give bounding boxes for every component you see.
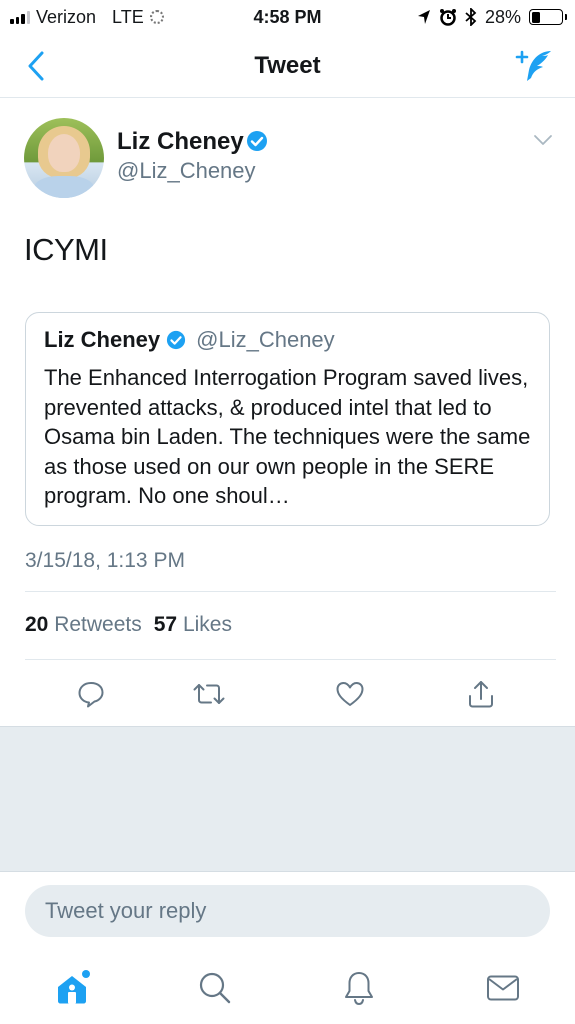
reply-bar: Tweet your reply <box>0 871 575 951</box>
likes-label: Likes <box>182 613 232 636</box>
avatar[interactable] <box>24 118 104 198</box>
like-icon <box>336 682 364 706</box>
like-button[interactable] <box>328 672 372 716</box>
quoted-tweet-header: Liz Cheney @Liz_Cheney <box>44 327 531 353</box>
location-icon <box>417 10 430 24</box>
signal-strength-icon <box>10 10 30 24</box>
status-bar: Verizon LTE 4:58 PM 28% <box>0 0 575 34</box>
verified-badge-icon <box>247 131 267 151</box>
avatar-face <box>48 134 80 172</box>
divider <box>25 659 556 660</box>
tab-bar <box>0 951 575 1024</box>
engagement-counts: 20 Retweets 57 Likes <box>25 613 232 637</box>
quoted-author-handle: @Liz_Cheney <box>196 327 335 352</box>
activity-spinner-icon <box>149 10 164 24</box>
tab-notifications[interactable] <box>334 963 384 1013</box>
quoted-author-name: Liz Cheney <box>44 327 161 352</box>
quoted-tweet[interactable]: Liz Cheney @Liz_Cheney The Enhanced Inte… <box>25 312 550 526</box>
reply-input[interactable]: Tweet your reply <box>25 885 550 937</box>
status-right: 28% <box>417 6 567 28</box>
status-left: Verizon LTE <box>10 7 164 28</box>
network-label: LTE <box>112 6 144 27</box>
nav-bar: Tweet <box>0 34 575 98</box>
chevron-down-icon[interactable] <box>533 134 553 146</box>
chevron-left-icon <box>28 51 44 81</box>
carrier-label: Verizon <box>36 6 97 27</box>
author-name[interactable]: Liz Cheney <box>117 128 244 156</box>
divider <box>25 591 556 592</box>
reply-icon <box>78 682 104 708</box>
tweet-timestamp: 3/15/18, 1:13 PM <box>25 549 185 572</box>
alarm-icon <box>439 9 456 26</box>
retweets-number: 20 <box>25 613 49 636</box>
battery-percent: 28% <box>484 6 521 27</box>
retweets-label: Retweets <box>54 613 142 636</box>
back-button[interactable] <box>18 48 54 84</box>
retweet-icon <box>193 684 225 704</box>
battery-icon <box>529 9 567 25</box>
tab-search[interactable] <box>190 963 240 1013</box>
compose-button[interactable] <box>513 44 557 88</box>
notifications-icon <box>345 972 373 1006</box>
compose-tweet-icon <box>515 50 551 81</box>
retweet-button[interactable] <box>187 672 231 716</box>
home-icon <box>58 970 90 1004</box>
share-icon <box>469 681 493 708</box>
tab-home[interactable] <box>47 963 97 1013</box>
empty-replies-area <box>0 726 575 871</box>
avatar-shirt <box>34 176 94 198</box>
share-button[interactable] <box>459 672 503 716</box>
page-title: Tweet <box>254 51 321 79</box>
likes-number: 57 <box>153 613 178 636</box>
tweet-actions <box>0 664 575 726</box>
author-handle[interactable]: @Liz_Cheney <box>117 158 256 184</box>
tab-messages[interactable] <box>478 963 528 1013</box>
search-icon <box>199 972 231 1004</box>
verified-badge-icon <box>167 330 186 350</box>
quoted-tweet-text: The Enhanced Interrogation Program saved… <box>44 365 531 508</box>
reply-button[interactable] <box>69 672 113 716</box>
bluetooth-icon <box>465 8 477 26</box>
likes-count[interactable]: 57 Likes <box>154 613 232 637</box>
retweets-count[interactable]: 20 Retweets <box>25 613 142 637</box>
battery-fill <box>531 11 540 23</box>
tweet-text: ICYMI <box>24 232 108 267</box>
messages-icon <box>487 975 519 1001</box>
